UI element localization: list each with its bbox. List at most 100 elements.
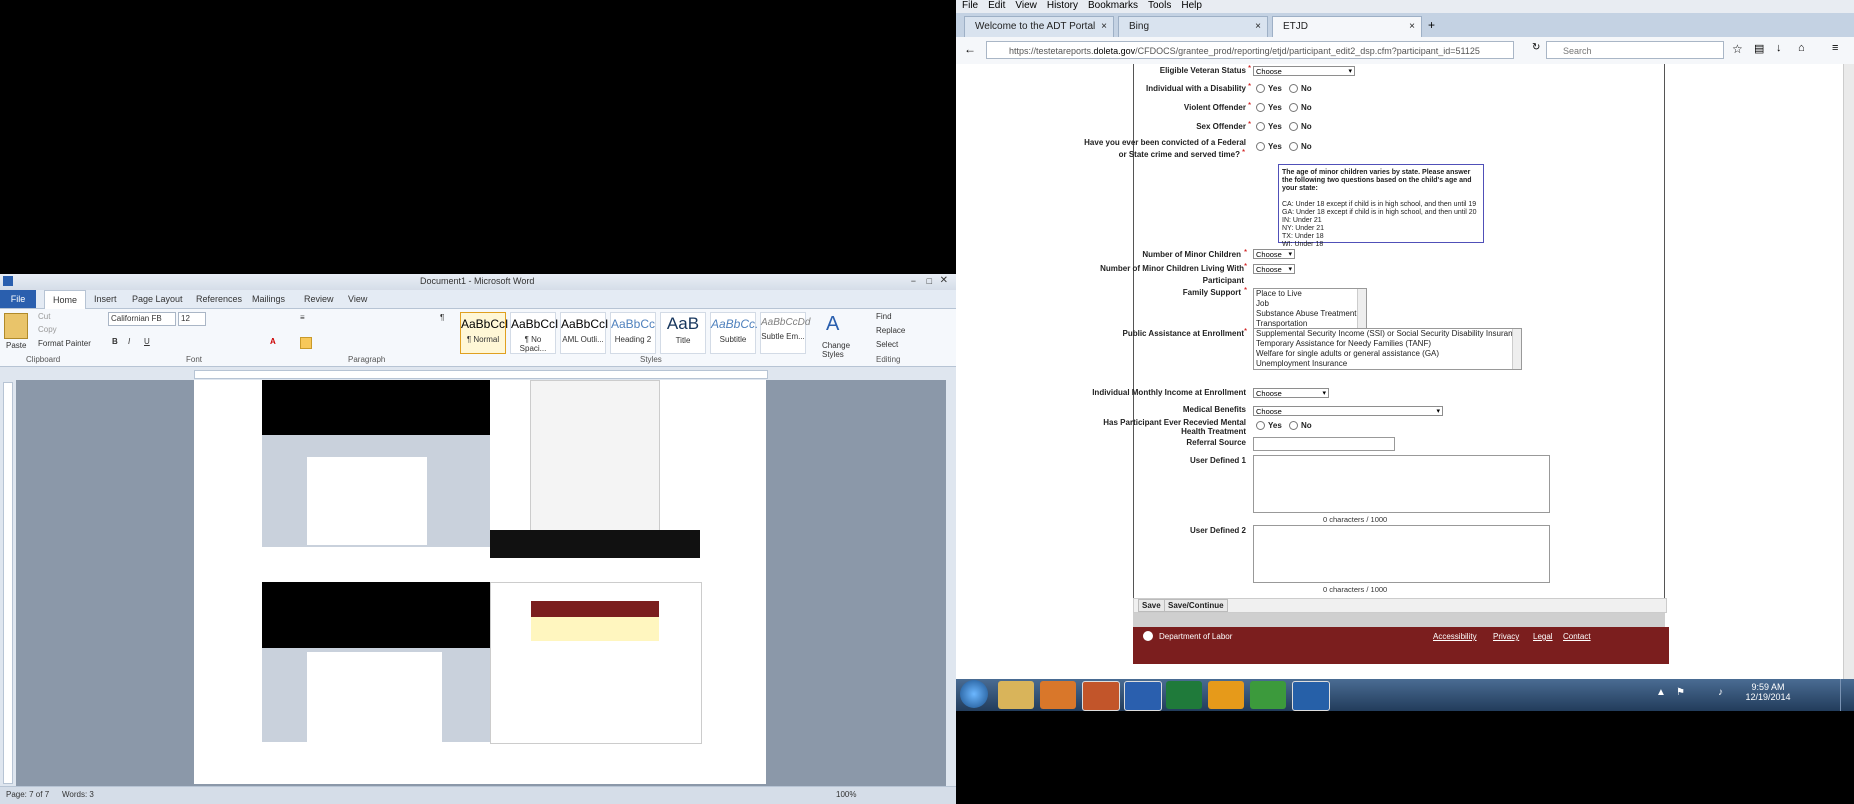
change-styles-button[interactable]: Change Styles	[822, 341, 862, 359]
change-styles-icon[interactable]: A	[826, 313, 839, 336]
search-input[interactable]: Search	[1546, 41, 1724, 59]
style-heading-2[interactable]: AaBbCc Heading 2	[610, 312, 656, 354]
menu-bookmarks[interactable]: Bookmarks	[1088, 0, 1138, 11]
minimize-icon[interactable]: −	[911, 276, 916, 286]
browser-tab[interactable]: Welcome to the ADT Portal ×	[964, 16, 1114, 37]
find-button[interactable]: Find	[876, 312, 892, 321]
bookmark-star-icon[interactable]: ☆	[1732, 42, 1743, 56]
replace-button[interactable]: Replace	[876, 326, 905, 335]
style-aml-outline[interactable]: AaBbCcI AML Outli...	[560, 312, 608, 354]
tab-mailings[interactable]: Mailings	[244, 290, 293, 308]
tab-page-layout[interactable]: Page Layout	[124, 290, 191, 308]
sex-yes-radio[interactable]	[1256, 122, 1265, 131]
vertical-ruler[interactable]	[3, 382, 13, 784]
paste-icon[interactable]	[4, 313, 28, 339]
save-button[interactable]: Save	[1138, 599, 1165, 612]
home-icon[interactable]: ⌂	[1798, 42, 1805, 54]
align-left-icon[interactable]	[300, 337, 312, 349]
bold-icon[interactable]: B	[112, 337, 118, 346]
back-icon[interactable]: ←	[964, 42, 976, 56]
font-size-select[interactable]: 12	[178, 312, 206, 326]
list-scrollbar[interactable]	[1357, 289, 1366, 329]
referral-input[interactable]	[1253, 437, 1395, 451]
style-no-spacing[interactable]: AaBbCcI ¶ No Spaci...	[510, 312, 558, 354]
close-icon[interactable]: ✕	[940, 275, 948, 286]
minor-children-select[interactable]: Choose	[1253, 249, 1295, 260]
firefox-icon[interactable]	[1082, 681, 1120, 711]
tab-view[interactable]: View	[340, 290, 375, 308]
explorer-icon[interactable]	[998, 681, 1034, 709]
lync-icon[interactable]	[1292, 681, 1330, 711]
pilcrow-icon[interactable]: ¶	[440, 313, 444, 322]
list-item[interactable]: Unemployment Insurance	[1256, 359, 1521, 369]
clock[interactable]: 9:59 AM 12/19/2014	[1738, 682, 1798, 702]
list-item[interactable]: Place to Live	[1256, 289, 1366, 299]
paste-button[interactable]: Paste	[6, 341, 26, 350]
menu-tools[interactable]: Tools	[1148, 0, 1171, 11]
minor-living-select[interactable]: Choose	[1253, 264, 1295, 275]
page-count[interactable]: Page: 7 of 7	[6, 790, 49, 799]
footer-link-privacy[interactable]: Privacy	[1493, 632, 1519, 641]
tab-file[interactable]: File	[0, 290, 36, 308]
show-desktop-button[interactable]	[1840, 679, 1854, 711]
underline-icon[interactable]: U	[144, 337, 150, 346]
word-icon[interactable]	[1124, 681, 1162, 711]
family-support-list[interactable]: Place to Live Job Substance Abuse Treatm…	[1253, 288, 1367, 330]
chrome-icon[interactable]	[1250, 681, 1286, 709]
copy-button[interactable]: Copy	[38, 325, 57, 334]
download-icon[interactable]: ↓	[1776, 42, 1782, 54]
list-item[interactable]: Job	[1256, 299, 1366, 309]
media-player-icon[interactable]	[1040, 681, 1076, 709]
mental-no-radio[interactable]	[1289, 421, 1298, 430]
list-item[interactable]: Temporary Assistance for Needy Families …	[1256, 339, 1521, 349]
style-subtle-emphasis[interactable]: AaBbCcDd Subtle Em...	[760, 312, 810, 354]
tray-flag-icon[interactable]: ⚑	[1676, 687, 1685, 698]
document-page[interactable]	[194, 380, 766, 784]
menu-history[interactable]: History	[1047, 0, 1078, 11]
style-title[interactable]: AaB Title	[660, 312, 706, 354]
user-defined-2-textarea[interactable]	[1253, 525, 1550, 583]
menu-file[interactable]: File	[962, 0, 978, 11]
outlook-icon[interactable]	[1208, 681, 1244, 709]
word-count[interactable]: Words: 3	[62, 790, 94, 799]
menu-icon[interactable]: ≡	[1832, 42, 1838, 54]
tab-home[interactable]: Home	[44, 290, 87, 309]
cut-button[interactable]: Cut	[38, 312, 50, 321]
sex-no-radio[interactable]	[1289, 122, 1298, 131]
select-button[interactable]: Select	[876, 340, 898, 349]
browser-tab[interactable]: ETJD ×	[1272, 16, 1422, 37]
footer-link-legal[interactable]: Legal	[1533, 632, 1553, 641]
violent-yes-radio[interactable]	[1256, 103, 1265, 112]
medical-select[interactable]: Choose	[1253, 406, 1443, 417]
convicted-yes-radio[interactable]	[1256, 142, 1265, 151]
font-color-icon[interactable]: A	[270, 337, 276, 346]
bullets-icon[interactable]: ≡	[300, 313, 305, 322]
close-tab-icon[interactable]: ×	[1255, 17, 1261, 37]
tab-review[interactable]: Review	[296, 290, 342, 308]
disability-no-radio[interactable]	[1289, 84, 1298, 93]
volume-icon[interactable]: ♪	[1718, 687, 1723, 698]
list-item[interactable]: Supplemental Security Income (SSI) or So…	[1256, 329, 1521, 339]
user-defined-1-textarea[interactable]	[1253, 455, 1550, 513]
veteran-select[interactable]: Choose	[1253, 66, 1355, 77]
style-normal[interactable]: AaBbCcI ¶ Normal	[460, 312, 508, 354]
public-assistance-list[interactable]: Supplemental Security Income (SSI) or So…	[1253, 328, 1522, 370]
page-scrollbar[interactable]	[1843, 64, 1854, 688]
list-item[interactable]: Welfare for single adults or general ass…	[1256, 349, 1521, 359]
font-name-select[interactable]: Californian FB	[108, 312, 176, 326]
close-tab-icon[interactable]: ×	[1101, 17, 1107, 37]
address-bar[interactable]: https://testetareports.doleta.gov/CFDOCS…	[986, 41, 1514, 59]
reading-list-icon[interactable]: ▤	[1754, 42, 1764, 55]
tray-expand-icon[interactable]: ▲	[1656, 687, 1666, 698]
new-tab-icon[interactable]: +	[1428, 18, 1435, 32]
browser-tab[interactable]: Bing ×	[1118, 16, 1268, 37]
menu-view[interactable]: View	[1015, 0, 1037, 11]
word-app-icon[interactable]	[3, 276, 13, 286]
save-continue-button[interactable]: Save/Continue	[1164, 599, 1228, 612]
footer-link-accessibility[interactable]: Accessibility	[1433, 632, 1477, 641]
convicted-no-radio[interactable]	[1289, 142, 1298, 151]
italic-icon[interactable]: I	[128, 337, 130, 346]
format-painter-button[interactable]: Format Painter	[38, 339, 91, 348]
tab-insert[interactable]: Insert	[86, 290, 125, 308]
income-select[interactable]: Choose	[1253, 388, 1329, 399]
